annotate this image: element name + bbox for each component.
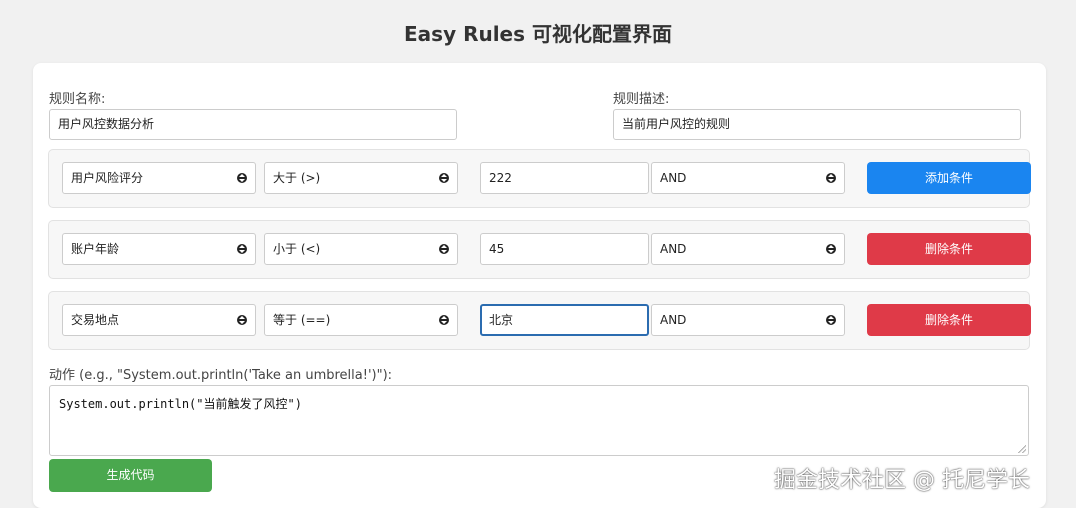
select-arrow-icon [237, 173, 247, 183]
delete-condition-button[interactable]: 删除条件 [867, 304, 1031, 336]
condition-row: 用户风险评分 大于 (>) 222 AND 添加条件 [48, 149, 1031, 208]
resize-handle-icon[interactable] [1018, 445, 1026, 453]
rule-desc-input[interactable]: 当前用户风控的规则 [613, 109, 1021, 140]
add-condition-button[interactable]: 添加条件 [867, 162, 1031, 194]
field-select-value: 用户风险评分 [71, 171, 144, 185]
field-select[interactable]: 账户年龄 [62, 233, 256, 265]
operator-select[interactable]: 大于 (>) [264, 162, 458, 194]
condition-value-input[interactable]: 222 [480, 162, 649, 194]
select-arrow-icon [439, 244, 449, 254]
operator-select[interactable]: 小于 (<) [264, 233, 458, 265]
field-select-value: 交易地点 [71, 313, 120, 327]
rule-name-label: 规则名称: [49, 92, 106, 107]
logic-select-value: AND [660, 171, 687, 185]
condition-value-input[interactable]: 45 [480, 233, 649, 265]
logic-select-value: AND [660, 313, 687, 327]
rule-desc-label: 规则描述: [613, 92, 670, 107]
page-title: Easy Rules 可视化配置界面 [404, 22, 672, 46]
generate-code-button[interactable]: 生成代码 [49, 459, 212, 492]
select-arrow-icon [826, 173, 836, 183]
field-select-value: 账户年龄 [71, 242, 120, 256]
logic-select-value: AND [660, 242, 687, 256]
select-arrow-icon [237, 315, 247, 325]
operator-select[interactable]: 等于 (==) [264, 304, 458, 336]
condition-row: 账户年龄 小于 (<) 45 AND 删除条件 [48, 220, 1031, 279]
logic-select[interactable]: AND [651, 233, 845, 265]
select-arrow-icon [826, 244, 836, 254]
operator-select-value: 小于 (<) [273, 242, 321, 256]
field-select[interactable]: 用户风险评分 [62, 162, 256, 194]
select-arrow-icon [439, 315, 449, 325]
select-arrow-icon [439, 173, 449, 183]
logic-select[interactable]: AND [651, 162, 845, 194]
action-textarea[interactable]: System.out.println("当前触发了风控") [49, 385, 1029, 456]
logic-select[interactable]: AND [651, 304, 845, 336]
delete-condition-button[interactable]: 删除条件 [867, 233, 1031, 265]
action-label: 动作 (e.g., "System.out.println('Take an u… [49, 368, 393, 383]
action-code: System.out.println("当前触发了风控") [59, 397, 302, 411]
operator-select-value: 等于 (==) [273, 313, 331, 327]
select-arrow-icon [237, 244, 247, 254]
select-arrow-icon [826, 315, 836, 325]
field-select[interactable]: 交易地点 [62, 304, 256, 336]
watermark: 掘金技术社区 @ 托尼学长 [774, 468, 1030, 493]
condition-row: 交易地点 等于 (==) 北京 AND 删除条件 [48, 291, 1031, 350]
condition-value-input[interactable]: 北京 [480, 304, 649, 336]
operator-select-value: 大于 (>) [273, 171, 321, 185]
rule-name-input[interactable]: 用户风控数据分析 [49, 109, 457, 140]
